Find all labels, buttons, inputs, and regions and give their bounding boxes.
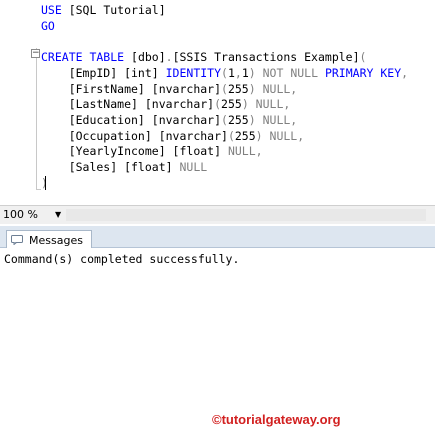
tab-messages[interactable]: Messages: [6, 230, 92, 249]
dropdown-arrow-icon[interactable]: ▼: [55, 208, 61, 222]
code-token: 255: [234, 128, 256, 143]
code-token: (: [221, 65, 228, 80]
code-token: PRIMARY KEY: [324, 65, 402, 80]
code-token: (: [359, 50, 367, 65]
code-token: (: [221, 81, 228, 96]
code-token: NULL,: [262, 112, 298, 127]
code-token: IDENTITY: [165, 65, 222, 80]
query-editor[interactable]: − USE [SQL Tutorial] GO CREATE TABLE [dbo]…: [0, 0, 435, 205]
code-token: ): [248, 81, 263, 96]
code-token: NULL,: [227, 144, 263, 159]
code-token: [Education] [nvarchar]: [41, 112, 222, 127]
code-line: GO: [41, 19, 55, 34]
code-token: [YearlyIncome] [float]: [41, 144, 228, 159]
code-token: (: [227, 128, 235, 143]
code-token: NULL,: [269, 128, 305, 143]
code-line: [FirstName] [nvarchar](255) NULL,: [41, 81, 298, 97]
code-token: [SQL Tutorial]: [61, 3, 166, 17]
watermark-text: ©tutorialgateway.org: [212, 412, 341, 427]
code-token: [dbo]: [131, 50, 166, 65]
code-token: ): [241, 97, 256, 112]
text-caret: [45, 176, 46, 190]
code-token: NOT NULL: [262, 65, 319, 80]
code-token: CREATE TABLE: [41, 50, 132, 65]
zoom-value: 100 %: [3, 208, 38, 221]
zoom-dropdown[interactable]: 100 % ▼: [3, 208, 63, 222]
code-line: [Education] [nvarchar](255) NULL,: [41, 112, 298, 128]
code-token: ,: [234, 65, 242, 80]
message-text: Command(s) completed successfully.: [4, 252, 240, 266]
code-token: ): [248, 65, 263, 80]
code-token: 1: [241, 65, 249, 80]
code-line: [Sales] [float] NULL: [41, 160, 208, 175]
code-token: .: [165, 50, 173, 65]
messages-pane[interactable]: Command(s) completed successfully.: [0, 248, 435, 272]
code-token: GO: [41, 18, 55, 33]
code-line: [YearlyIncome] [float] NULL,: [41, 144, 263, 159]
collapse-icon[interactable]: −: [31, 49, 40, 58]
code-token: [Sales] [float]: [41, 160, 180, 174]
code-token: ): [255, 128, 270, 143]
code-token: [FirstName] [nvarchar]: [41, 81, 222, 96]
code-line: [EmpID] [int] IDENTITY(1,1) NOT NULL PRI…: [41, 66, 408, 81]
outline-fold-line: [36, 48, 37, 190]
code-token: [SSIS Transactions Example]: [172, 50, 360, 65]
code-token: 255: [227, 112, 249, 127]
code-token: 255: [227, 81, 249, 96]
code-line: [LastName] [nvarchar](255) NULL,: [41, 97, 291, 112]
code-token: [Occupation] [nvarchar]: [41, 128, 228, 143]
code-line: [Occupation] [nvarchar](255) NULL,: [41, 129, 304, 144]
code-token: NULL,: [255, 97, 291, 112]
code-line: CREATE TABLE [dbo].[SSIS Transactions Ex…: [41, 50, 366, 65]
horizontal-scrollbar[interactable]: [66, 209, 426, 221]
code-token: 1: [227, 65, 235, 80]
code-line: USE [SQL Tutorial]: [41, 3, 166, 18]
code-token: 255: [221, 97, 242, 112]
tab-messages-label: Messages: [29, 233, 83, 247]
code-token: (: [221, 112, 228, 127]
editor-statusbar: 100 % ▼ ©tutorialgateway.org: [0, 205, 435, 427]
code-token: NULL,: [262, 81, 298, 96]
code-token: NULL: [179, 160, 208, 174]
code-token: ): [248, 112, 263, 127]
results-tabbar: Messages: [0, 226, 435, 249]
code-token: USE: [41, 3, 62, 17]
code-token: ,: [401, 65, 409, 80]
code-token: [EmpID] [int]: [41, 65, 166, 80]
messages-icon: [11, 235, 23, 245]
code-token: (: [214, 97, 222, 112]
code-token: [LastName] [nvarchar]: [41, 97, 215, 112]
